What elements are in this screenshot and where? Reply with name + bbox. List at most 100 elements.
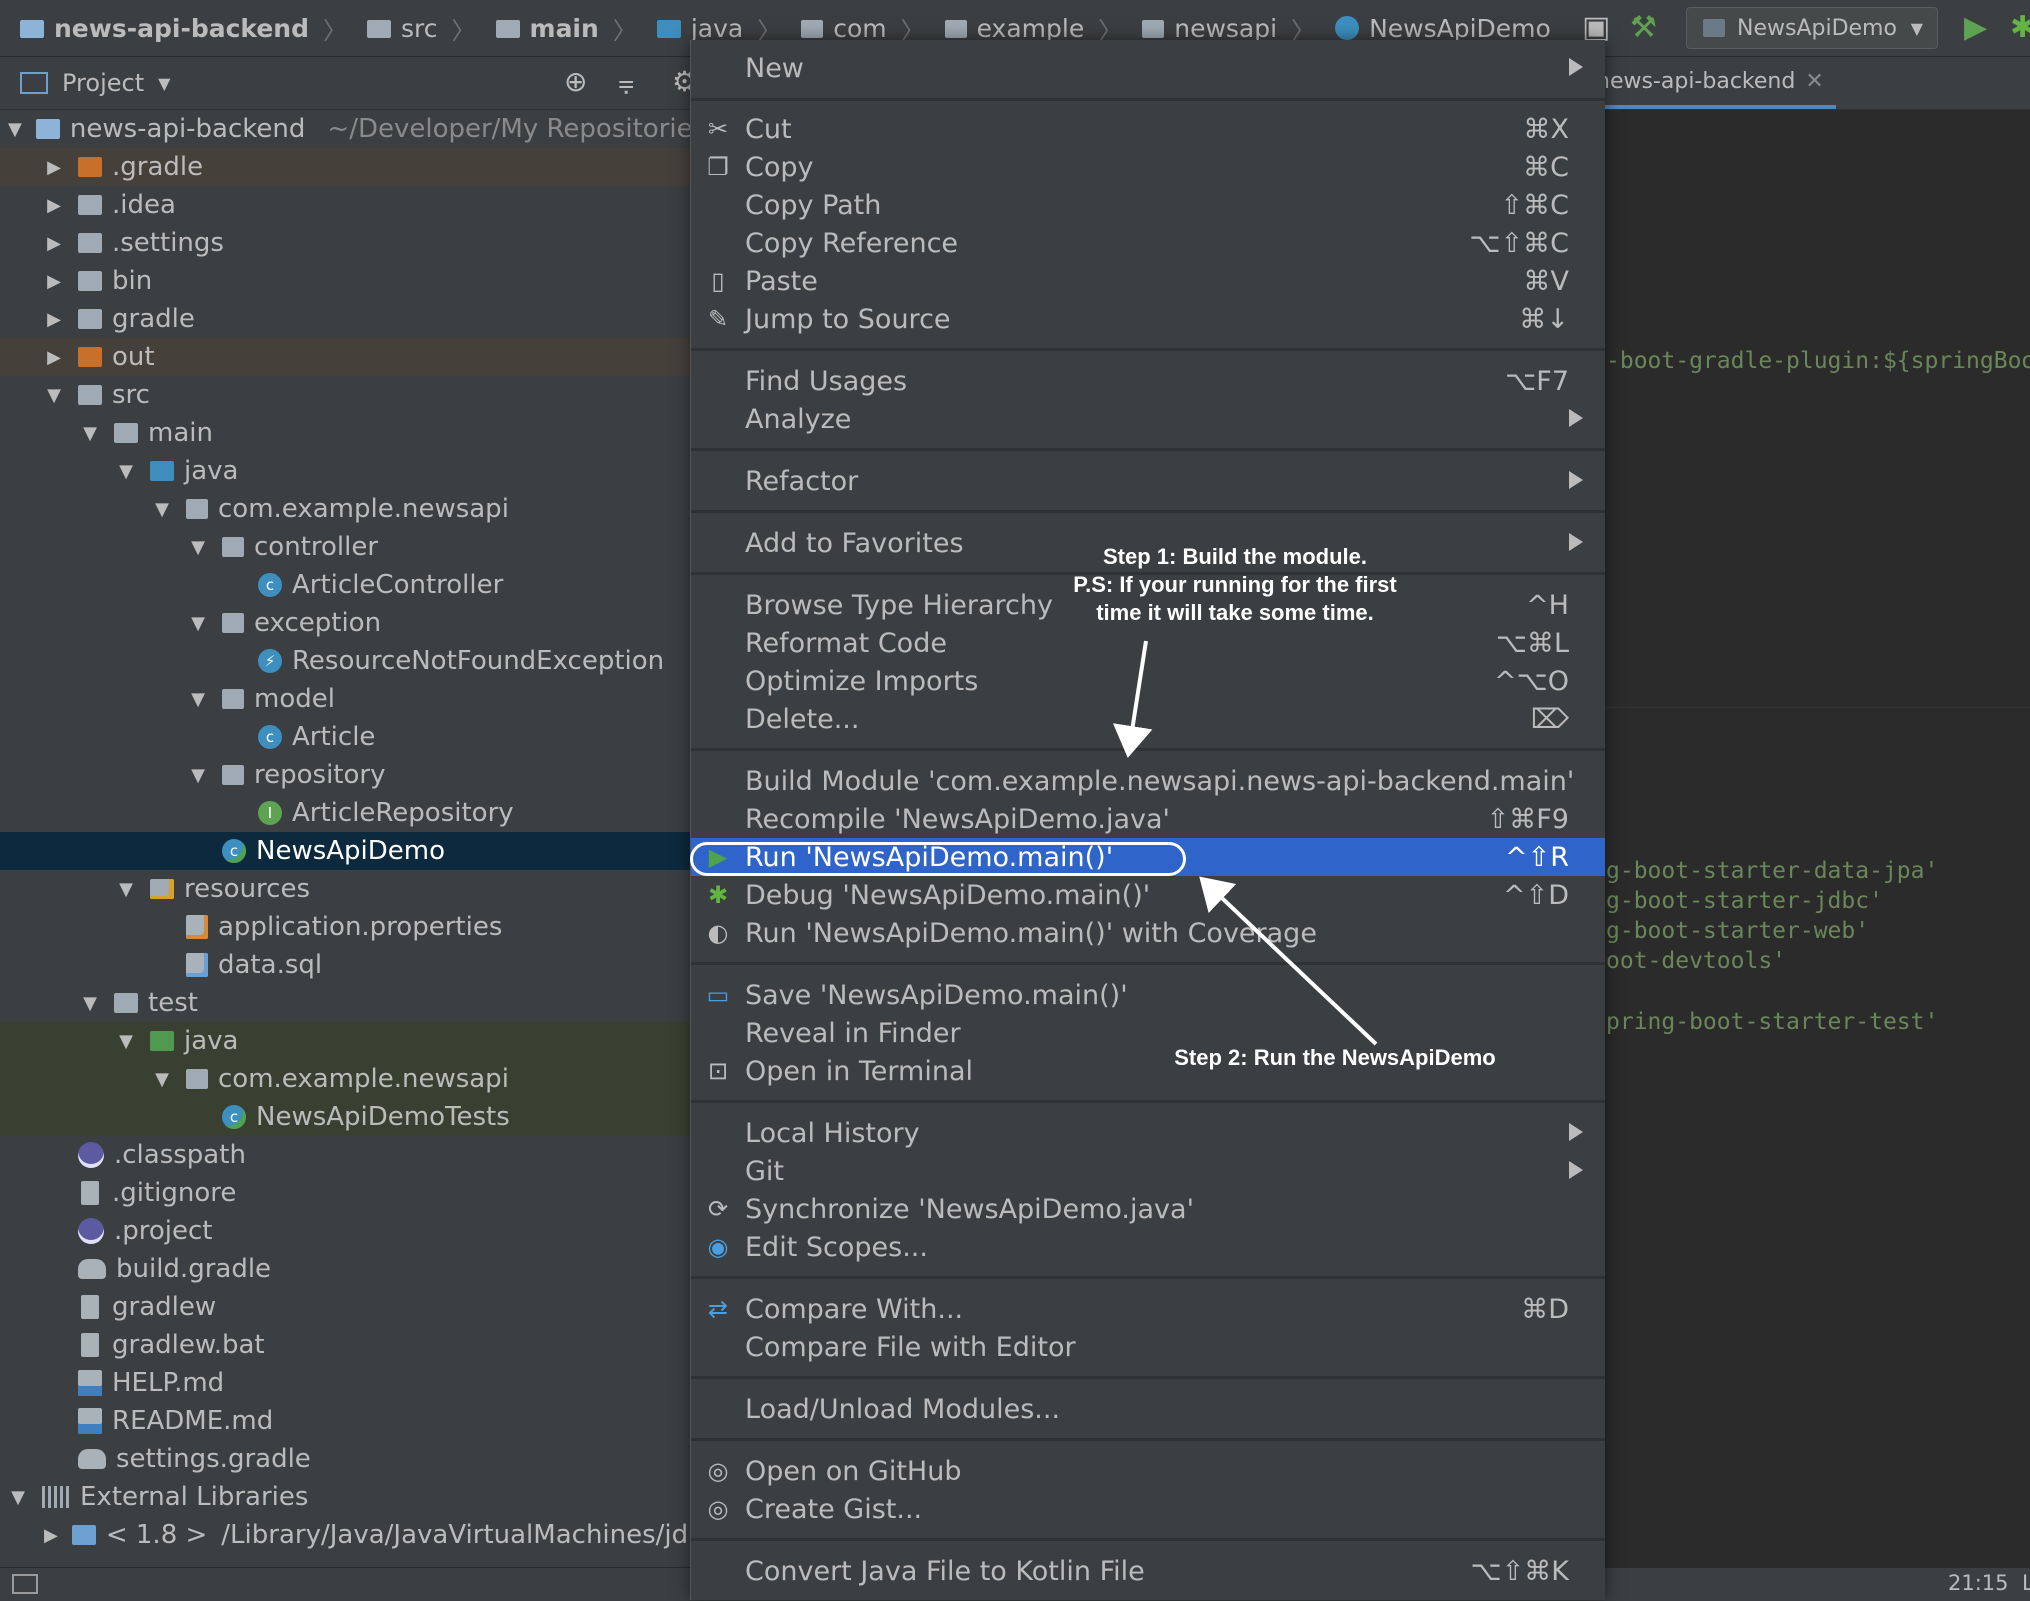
expand-arrow-icon[interactable]: ▼: [80, 993, 100, 1014]
tree-node-gradle[interactable]: ▶ gradle: [0, 300, 690, 338]
code-line[interactable]: g-boot-starter-jdbc': [1606, 888, 1883, 914]
menu-item-copy-reference[interactable]: Copy Reference ⌥⇧⌘C: [691, 224, 1605, 262]
tree-node-help-md[interactable]: HELP.md: [0, 1364, 690, 1402]
tree-node-application-properties[interactable]: application.properties: [0, 908, 690, 946]
expand-arrow-icon[interactable]: ▼: [8, 1487, 28, 1508]
tree-node-news-api-demo-tests[interactable]: c NewsApiDemoTests: [0, 1098, 690, 1136]
editor-tab[interactable]: news-api-backend ✕: [1604, 57, 1836, 109]
build-hammer-icon[interactable]: ⚒: [1630, 10, 1657, 45]
expand-arrow-icon[interactable]: ▼: [44, 385, 64, 406]
menu-item-build-module[interactable]: Build Module 'com.example.newsapi.news-a…: [691, 762, 1605, 800]
locate-target-icon[interactable]: ⊕: [564, 65, 587, 98]
menu-item-create-gist[interactable]: ◎ Create Gist...: [691, 1490, 1605, 1528]
menu-item-reformat-code[interactable]: Reformat Code ⌥⌘L: [691, 624, 1605, 662]
tree-node-build-gradle[interactable]: build.gradle: [0, 1250, 690, 1288]
expand-arrow-icon[interactable]: ▼: [152, 499, 172, 520]
menu-item-find-usages[interactable]: Find Usages ⌥F7: [691, 362, 1605, 400]
tree-node-project-file[interactable]: .project: [0, 1212, 690, 1250]
tree-node-gradlew-bat[interactable]: gradlew.bat: [0, 1326, 690, 1364]
menu-item-paste[interactable]: ▯ Paste ⌘V: [691, 262, 1605, 300]
breadcrumb-newsapi[interactable]: newsapi: [1122, 14, 1277, 43]
chevron-down-icon[interactable]: ▼: [158, 74, 170, 93]
menu-item-copy-path[interactable]: Copy Path ⇧⌘C: [691, 186, 1605, 224]
caret-position[interactable]: 21:15: [1948, 1571, 2009, 1595]
breadcrumb-project[interactable]: news-api-backend: [0, 14, 309, 43]
menu-item-open-on-github[interactable]: ◎ Open on GitHub: [691, 1452, 1605, 1490]
tree-node-bin[interactable]: ▶ bin: [0, 262, 690, 300]
tree-node-news-api-demo[interactable]: c NewsApiDemo: [0, 832, 690, 870]
menu-item-cut[interactable]: ✂ Cut ⌘X: [691, 110, 1605, 148]
menu-item-delete[interactable]: Delete... ⌦: [691, 700, 1605, 738]
expand-arrow-icon[interactable]: ▼: [8, 119, 22, 140]
menu-item-debug[interactable]: ✱ Debug 'NewsApiDemo.main()' ^⇧D: [691, 876, 1605, 914]
tree-node-resource-not-found[interactable]: ⚡ ResourceNotFoundException: [0, 642, 690, 680]
expand-arrow-icon[interactable]: ▼: [80, 423, 100, 444]
menu-item-new[interactable]: New: [691, 49, 1605, 87]
tree-node-readme-md[interactable]: README.md: [0, 1402, 690, 1440]
expand-arrow-icon[interactable]: ▼: [116, 461, 136, 482]
expand-arrow-icon[interactable]: ▼: [188, 765, 208, 786]
tree-node-repository[interactable]: ▼ repository: [0, 756, 690, 794]
tree-node-out[interactable]: ▶ out: [0, 338, 690, 376]
settings-gear-icon[interactable]: ⚙: [672, 65, 690, 98]
collapse-all-icon[interactable]: ⩦: [618, 65, 634, 99]
collapse-arrow-icon[interactable]: ▶: [44, 271, 64, 292]
menu-item-save-configuration[interactable]: ▭ Save 'NewsApiDemo.main()': [691, 976, 1605, 1014]
menu-item-compare-file-with-editor[interactable]: Compare File with Editor: [691, 1328, 1605, 1366]
menu-item-edit-scopes[interactable]: ◉ Edit Scopes...: [691, 1228, 1605, 1266]
tree-node-java[interactable]: ▼ java: [0, 452, 690, 490]
menu-item-optimize-imports[interactable]: Optimize Imports ^⌥O: [691, 662, 1605, 700]
tree-node-gradlew[interactable]: gradlew: [0, 1288, 690, 1326]
menu-item-run[interactable]: ▶ Run 'NewsApiDemo.main()' ^⇧R: [691, 838, 1605, 876]
menu-item-compare-with[interactable]: ⇄ Compare With... ⌘D: [691, 1290, 1605, 1328]
menu-item-refactor[interactable]: Refactor: [691, 462, 1605, 500]
collapse-arrow-icon[interactable]: ▶: [44, 309, 64, 330]
menu-item-convert-to-kotlin[interactable]: Convert Java File to Kotlin File ⌥⇧⌘K: [691, 1552, 1605, 1590]
tree-node-resources[interactable]: ▼ resources: [0, 870, 690, 908]
tree-node-article[interactable]: c Article: [0, 718, 690, 756]
collapse-arrow-icon[interactable]: ▶: [44, 157, 64, 178]
code-line[interactable]: g-boot-starter-web': [1606, 918, 1869, 944]
expand-arrow-icon[interactable]: ▼: [116, 1031, 136, 1052]
tree-node-test[interactable]: ▼ test: [0, 984, 690, 1022]
tree-node-data-sql[interactable]: data.sql: [0, 946, 690, 984]
breadcrumb-class[interactable]: NewsApiDemo: [1315, 14, 1551, 43]
run-icon[interactable]: ▶: [1964, 10, 1987, 45]
code-line[interactable]: oot-devtools': [1606, 948, 1786, 974]
tree-node-model[interactable]: ▼ model: [0, 680, 690, 718]
tree-node-idea[interactable]: ▶ .idea: [0, 186, 690, 224]
tool-window-toggle-icon[interactable]: [12, 1574, 38, 1594]
code-line[interactable]: g-boot-starter-data-jpa': [1606, 858, 1938, 884]
expand-arrow-icon[interactable]: ▼: [152, 1069, 172, 1090]
menu-item-local-history[interactable]: Local History: [691, 1114, 1605, 1152]
tree-node-package[interactable]: ▼ com.example.newsapi: [0, 490, 690, 528]
code-line[interactable]: -boot-gradle-plugin:${springBoo: [1606, 348, 2030, 374]
expand-arrow-icon[interactable]: ▼: [188, 613, 208, 634]
breadcrumb-com[interactable]: com: [781, 14, 887, 43]
tree-node-test-package[interactable]: ▼ com.example.newsapi: [0, 1060, 690, 1098]
menu-item-run-with-coverage[interactable]: ◐ Run 'NewsApiDemo.main()' with Coverage: [691, 914, 1605, 952]
tree-node-exception[interactable]: ▼ exception: [0, 604, 690, 642]
menu-item-jump-to-source[interactable]: ✎ Jump to Source ⌘↓: [691, 300, 1605, 338]
close-tab-icon[interactable]: ✕: [1805, 69, 1823, 94]
menu-item-analyze[interactable]: Analyze: [691, 400, 1605, 438]
menu-item-load-unload-modules[interactable]: Load/Unload Modules...: [691, 1390, 1605, 1428]
menu-item-recompile[interactable]: Recompile 'NewsApiDemo.java' ⇧⌘F9: [691, 800, 1605, 838]
tree-node-gradle-dir[interactable]: ▶ .gradle: [0, 148, 690, 186]
tree-node-gitignore[interactable]: .gitignore: [0, 1174, 690, 1212]
menu-item-copy[interactable]: ❐ Copy ⌘C: [691, 148, 1605, 186]
run-configuration-select[interactable]: NewsApiDemo ▼: [1686, 7, 1938, 49]
expand-arrow-icon[interactable]: ▼: [188, 689, 208, 710]
breadcrumb-main[interactable]: main: [476, 14, 599, 43]
tree-node-settings[interactable]: ▶ .settings: [0, 224, 690, 262]
tree-node-src[interactable]: ▼ src: [0, 376, 690, 414]
collapse-arrow-icon[interactable]: ▶: [44, 1525, 58, 1546]
tree-node-test-java[interactable]: ▼ java: [0, 1022, 690, 1060]
expand-arrow-icon[interactable]: ▼: [116, 879, 136, 900]
debug-icon[interactable]: ✱: [2010, 10, 2030, 45]
breadcrumb-java[interactable]: java: [637, 14, 743, 43]
collapse-arrow-icon[interactable]: ▶: [44, 233, 64, 254]
tree-node-jdk[interactable]: ▶ < 1.8 >/Library/Java/JavaVirtualMachine…: [0, 1516, 690, 1554]
tree-node-external-libraries[interactable]: ▼ External Libraries: [0, 1478, 690, 1516]
tree-node-project-root[interactable]: ▼ news-api-backend ~/Developer/My Reposito…: [0, 110, 690, 148]
